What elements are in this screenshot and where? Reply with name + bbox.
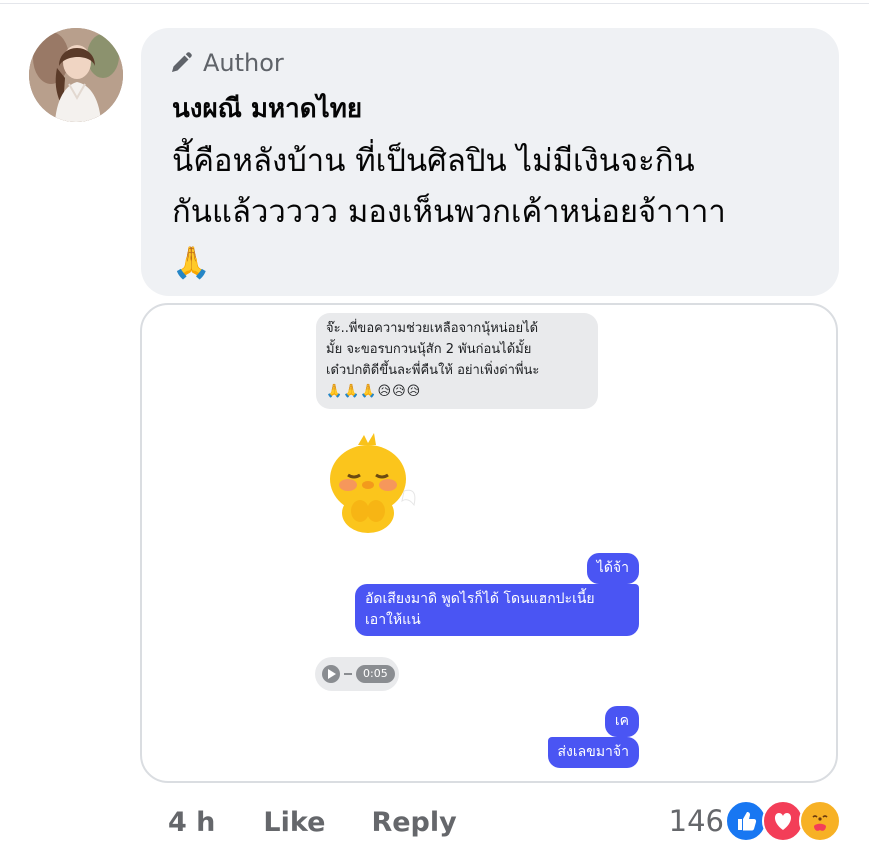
received-message-line: มั้ย จะขอรบกวนนุ้สัก 2 พันก่อนได้มั้ย bbox=[326, 342, 532, 357]
received-message-line: เด๋วปกติดีขึ้นละพี่คืนให้ อย่าเพิ่งด่าพี… bbox=[326, 363, 540, 378]
received-message-emojis: 🙏🙏🙏😥😥😥 bbox=[326, 384, 422, 399]
play-icon bbox=[322, 665, 340, 683]
sent-message-line: เอาให้แน่ bbox=[365, 612, 421, 628]
comment-author-name[interactable]: นงผณี มหาดไทย bbox=[172, 88, 362, 129]
waveform bbox=[344, 673, 352, 675]
comment-text-line: กันแล้ววววว มองเห็นพวกเค้าหน่อยจ้าาาา bbox=[172, 194, 726, 230]
sent-message: ส่งเลขมาจ้า bbox=[547, 737, 639, 768]
reaction-icons bbox=[725, 800, 841, 842]
top-divider bbox=[0, 3, 869, 4]
sent-message: เค bbox=[604, 706, 639, 737]
sent-message: อัดเสียงมาดิ พูดไรก็ได้ โดนแฮกปะเนี้ย เอ… bbox=[355, 584, 639, 636]
comment-text-line: นี้คือหลังบ้าน ที่เป็นศิลปิน ไม่มีเงินจะ… bbox=[172, 143, 695, 179]
comment-bubble: Author นงผณี มหาดไทย นี้คือหลังบ้าน ที่เ… bbox=[141, 28, 839, 296]
author-badge: Author bbox=[169, 48, 284, 78]
voice-message: 0:05 bbox=[315, 657, 399, 691]
received-message: จ๊ะ..พี่ขอความช่วยเหลือจากนุ้หน่อยได้ มั… bbox=[316, 313, 598, 409]
comment-timestamp[interactable]: 4 h bbox=[168, 807, 215, 838]
chick-sticker bbox=[330, 433, 416, 533]
sent-message-line: อัดเสียงมาดิ พูดไรก็ได้ โดนแฮกปะเนี้ย bbox=[365, 591, 595, 607]
like-button[interactable]: Like bbox=[263, 807, 325, 838]
care-icon bbox=[799, 800, 841, 842]
audio-duration: 0:05 bbox=[356, 665, 395, 683]
comment-actions: 4 h Like Reply bbox=[168, 800, 457, 844]
love-icon bbox=[762, 800, 804, 842]
comment-text: นี้คือหลังบ้าน ที่เป็นศิลปิน ไม่มีเงินจะ… bbox=[172, 136, 822, 289]
sent-message: ได้จ้า bbox=[586, 553, 639, 584]
pencil-icon bbox=[172, 52, 192, 72]
received-message-line: จ๊ะ..พี่ขอความช่วยเหลือจากนุ้หน่อยได้ bbox=[326, 321, 539, 336]
chat-screenshot-attachment[interactable]: จ๊ะ..พี่ขอความช่วยเหลือจากนุ้หน่อยได้ มั… bbox=[140, 303, 838, 783]
pray-emoji: 🙏 bbox=[172, 245, 211, 281]
reply-button[interactable]: Reply bbox=[371, 807, 456, 838]
author-badge-label: Author bbox=[203, 49, 284, 77]
reaction-count: 146 bbox=[668, 804, 724, 838]
like-icon bbox=[725, 800, 767, 842]
avatar[interactable] bbox=[29, 28, 123, 122]
reactions-summary[interactable]: 146 bbox=[669, 798, 841, 844]
